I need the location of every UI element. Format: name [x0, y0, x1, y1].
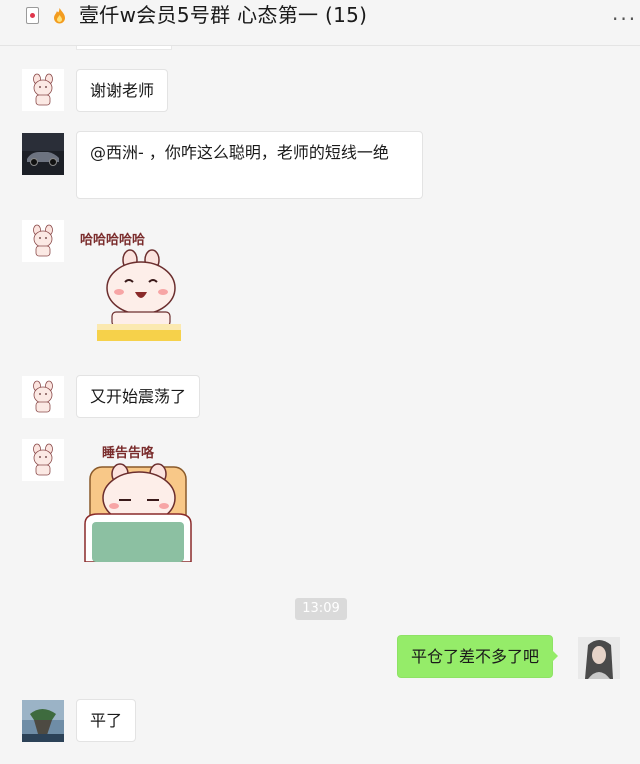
bunny-avatar-icon[interactable] [22, 220, 64, 262]
message-bubble[interactable]: @西洲- ，你咋这么聪明，老师的短线一绝 [76, 131, 423, 199]
chat-header: 壹仟w会员5号群 心态第一 (15) ··· [0, 0, 640, 46]
message-bubble[interactable]: 谢谢老师 [76, 69, 169, 112]
card-emoji-icon [26, 7, 39, 24]
sticker-caption: 哈哈哈哈哈 [80, 233, 146, 248]
bunny-avatar-icon[interactable] [22, 376, 64, 418]
fire-emoji-icon [54, 8, 65, 24]
message-bubble[interactable]: 平了 [76, 699, 137, 742]
more-options-icon[interactable]: ··· [612, 9, 637, 29]
message-bubble[interactable]: 又开始震荡了 [76, 375, 201, 418]
sticker-caption: 睡告告咯 [102, 446, 155, 461]
car-avatar-icon[interactable] [22, 133, 64, 175]
sleeping-bunny-sticker[interactable] [82, 462, 194, 562]
woman-avatar-icon[interactable] [578, 637, 620, 679]
chat-title: 壹仟w会员5号群 心态第一 (15) [79, 3, 368, 27]
laughing-bunny-sticker[interactable] [92, 248, 184, 344]
timestamp-badge: 13:09 [295, 598, 347, 620]
bunny-avatar-icon[interactable] [22, 439, 64, 481]
my-message-bubble[interactable]: 平仓了差不多了吧 [397, 635, 559, 678]
bunny-avatar-icon[interactable] [22, 69, 64, 111]
island-avatar-icon[interactable] [22, 700, 64, 742]
previous-message-bubble [76, 46, 172, 50]
